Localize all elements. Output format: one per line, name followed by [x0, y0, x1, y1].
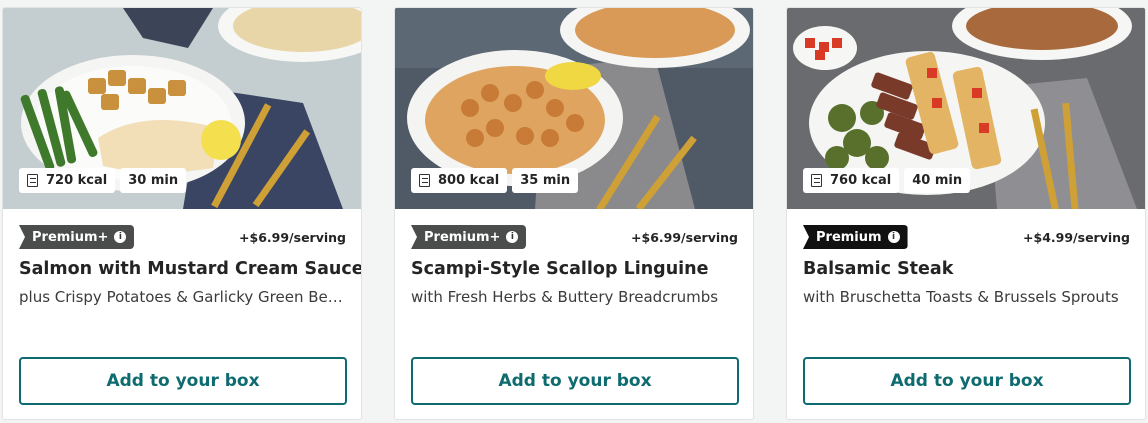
calories-value: 720 kcal: [46, 173, 108, 188]
recipe-title[interactable]: Scampi-Style Scallop Linguine: [411, 259, 741, 279]
nutrition-icon: [811, 174, 822, 187]
premium-tag[interactable]: Premium+ i: [411, 225, 527, 249]
cook-time-badge: 40 min: [904, 168, 971, 193]
recipe-subtitle: plus Crispy Potatoes & Garlicky Green Be…: [19, 288, 349, 306]
price-per-serving: +$6.99/serving: [631, 230, 738, 245]
premium-tag[interactable]: Premium+ i: [19, 225, 135, 249]
cook-time-value: 30 min: [128, 173, 179, 188]
add-to-box-button[interactable]: Add to your box: [803, 357, 1131, 405]
info-icon[interactable]: i: [114, 231, 127, 243]
recipe-card-scallop[interactable]: 800 kcal 35 min Premium+ i +$6.99/servin…: [394, 7, 754, 420]
price-per-serving: +$4.99/serving: [1023, 230, 1130, 245]
recipe-card-steak[interactable]: 760 kcal 40 min Premium i +$4.99/serving…: [786, 7, 1146, 420]
nutrition-icon: [27, 174, 38, 187]
calories-value: 800 kcal: [438, 173, 500, 188]
info-icon[interactable]: i: [887, 231, 900, 243]
recipe-card-salmon[interactable]: 720 kcal 30 min Premium+ i +$6.99/servin…: [2, 7, 362, 420]
calories-badge: 720 kcal: [19, 168, 116, 193]
cook-time-badge: 35 min: [512, 168, 579, 193]
recipe-subtitle: with Bruschetta Toasts & Brussels Sprout…: [803, 288, 1119, 306]
premium-tag-label: Premium: [816, 229, 882, 245]
calories-value: 760 kcal: [830, 173, 892, 188]
recipe-title[interactable]: Salmon with Mustard Cream Sauce: [19, 259, 361, 279]
premium-tag-label: Premium+: [32, 229, 109, 245]
cook-time-value: 35 min: [520, 173, 571, 188]
recipe-subtitle: with Fresh Herbs & Buttery Breadcrumbs: [411, 288, 719, 306]
cook-time-badge: 30 min: [120, 168, 187, 193]
premium-tag-label: Premium+: [424, 229, 501, 245]
add-to-box-button[interactable]: Add to your box: [19, 357, 347, 405]
calories-badge: 800 kcal: [411, 168, 508, 193]
nutrition-icon: [419, 174, 430, 187]
add-to-box-button[interactable]: Add to your box: [411, 357, 739, 405]
info-icon[interactable]: i: [506, 231, 519, 243]
premium-tag[interactable]: Premium i: [803, 225, 908, 249]
recipe-title[interactable]: Balsamic Steak: [803, 259, 1133, 279]
cook-time-value: 40 min: [912, 173, 963, 188]
price-per-serving: +$6.99/serving: [239, 230, 346, 245]
calories-badge: 760 kcal: [803, 168, 900, 193]
